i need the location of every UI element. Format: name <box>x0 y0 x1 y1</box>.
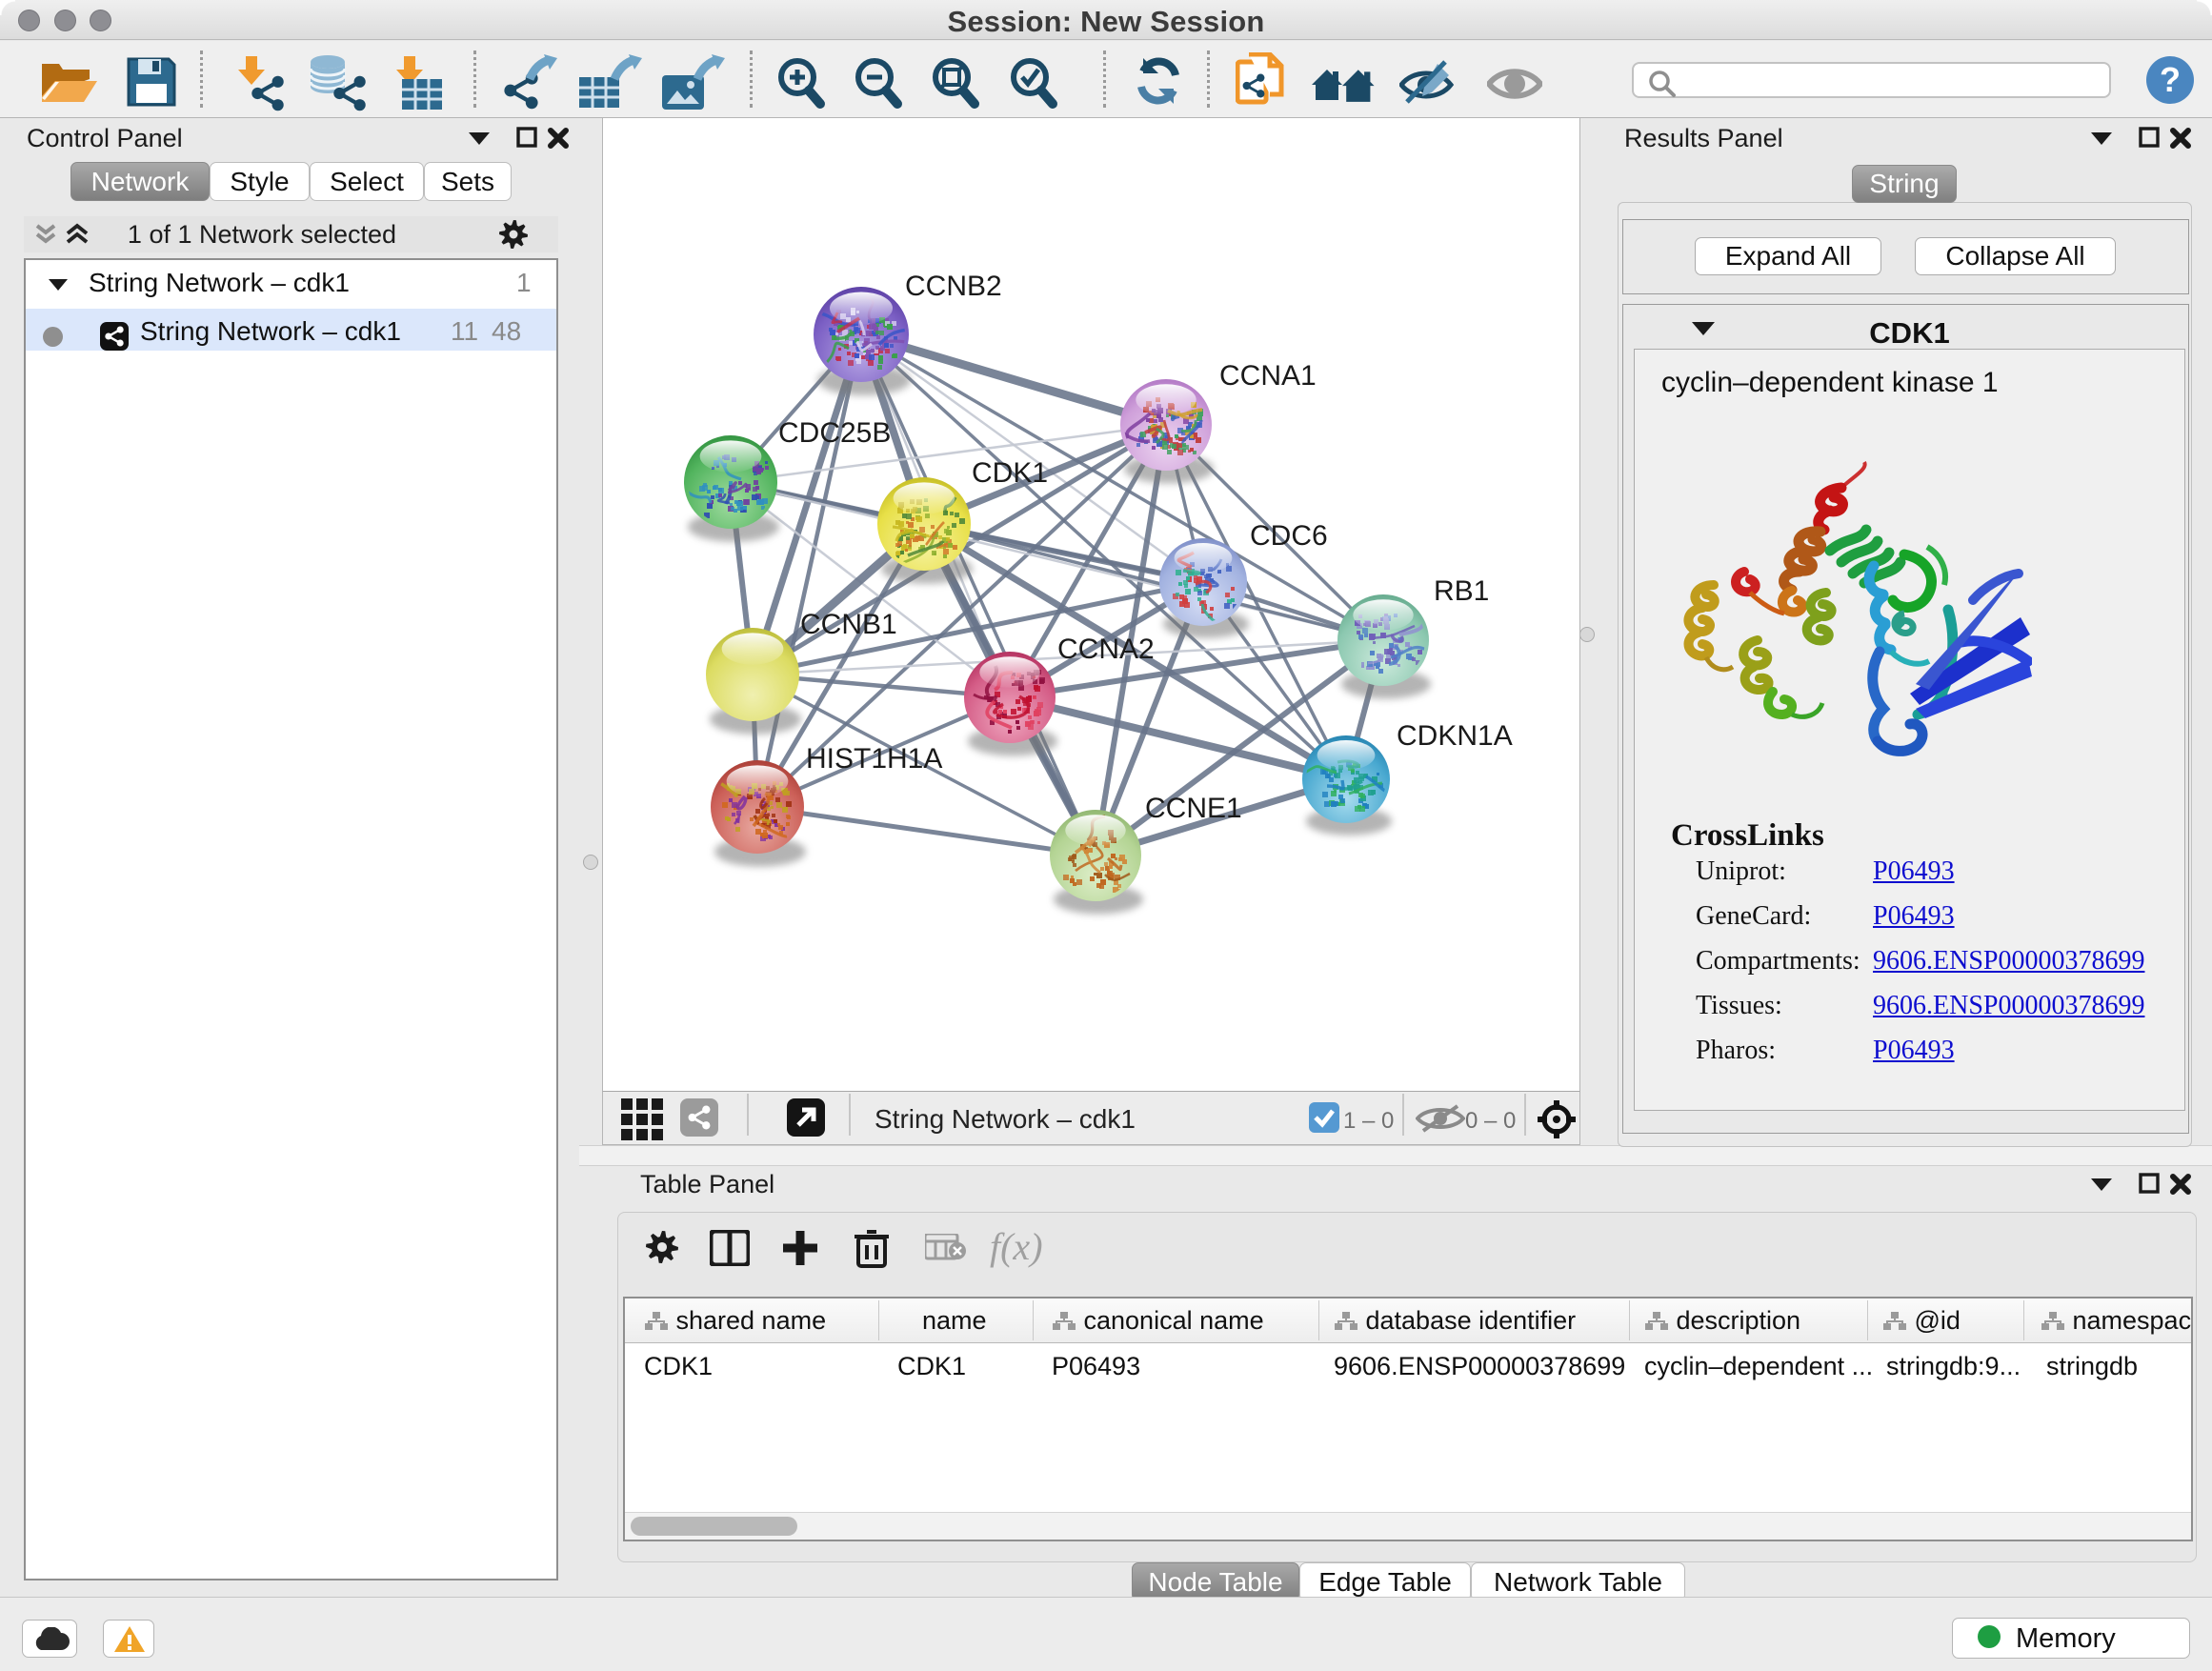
svg-text:CCNB1: CCNB1 <box>800 609 897 640</box>
svg-text:CDK1: CDK1 <box>972 457 1048 489</box>
svg-text:CCNA1: CCNA1 <box>1219 360 1317 392</box>
svg-text:CDC6: CDC6 <box>1250 520 1328 552</box>
svg-text:CDKN1A: CDKN1A <box>1397 720 1513 752</box>
svg-text:CCNE1: CCNE1 <box>1145 793 1242 824</box>
svg-text:CCNA2: CCNA2 <box>1057 634 1155 665</box>
svg-text:CDC25B: CDC25B <box>778 417 891 449</box>
svg-text:?: ? <box>2160 60 2181 99</box>
svg-text:RB1: RB1 <box>1434 575 1489 607</box>
svg-text:CCNB2: CCNB2 <box>905 271 1002 302</box>
svg-text:HIST1H1A: HIST1H1A <box>806 743 942 775</box>
